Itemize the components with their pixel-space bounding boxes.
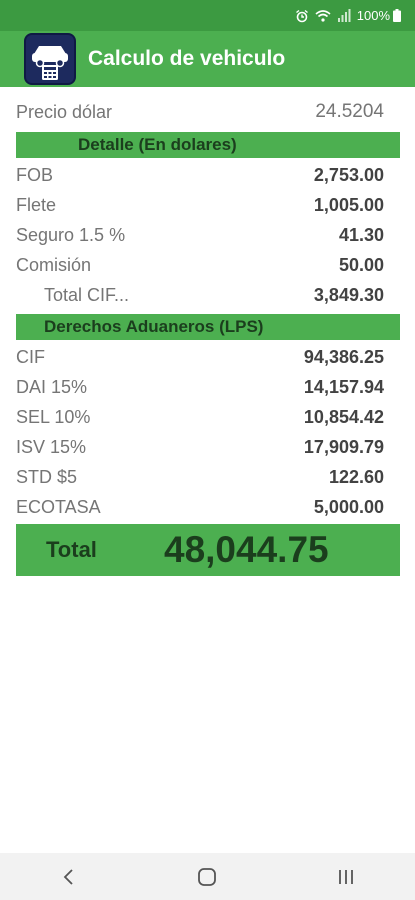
recents-icon [338, 869, 353, 884]
duty-row-ecotasa: ECOTASA 5,000.00 [16, 492, 400, 522]
row-value: 10,854.42 [303, 406, 384, 427]
detail-row-comision: Comisión 50.00 [16, 250, 400, 280]
row-value: 122.60 [328, 466, 384, 487]
row-label: ISV 15% [16, 436, 87, 457]
dollar-rate-value[interactable]: 24.5204 [315, 101, 384, 123]
row-value: 1,005.00 [313, 194, 384, 215]
total-value: 48,044.75 [164, 529, 329, 570]
app-bar: Calculo de vehiculo [0, 31, 415, 87]
row-label: CIF [16, 346, 45, 367]
row-label: SEL 10% [16, 406, 91, 427]
row-value: 17,909.79 [303, 436, 384, 457]
duty-row-cif: CIF 94,386.25 [16, 342, 400, 372]
recents-button[interactable] [316, 857, 376, 897]
row-label: Comisión [16, 254, 92, 275]
total-bar: Total 48,044.75 [16, 524, 400, 576]
detail-row-total-cif: Total CIF... 3,849.30 [16, 280, 400, 310]
car-calculator-icon [24, 33, 76, 85]
row-value: 2,753.00 [313, 164, 384, 185]
calculation-panel: Precio dólar 24.5204 Detalle (En dolares… [16, 96, 400, 576]
navigation-bar [0, 853, 415, 900]
duty-row-isv: ISV 15% 17,909.79 [16, 432, 400, 462]
row-value: 3,849.30 [313, 284, 384, 305]
signal-icon [337, 9, 351, 22]
back-button[interactable] [39, 857, 99, 897]
duty-row-std: STD $5 122.60 [16, 462, 400, 492]
row-value: 94,386.25 [303, 346, 384, 367]
wifi-icon [315, 9, 331, 22]
dollar-rate-row: Precio dólar 24.5204 [16, 96, 400, 128]
section-title: Detalle (En dolares) [78, 135, 237, 154]
section-header-duties: Derechos Aduaneros (LPS) [16, 314, 400, 340]
back-icon [63, 868, 73, 885]
battery-icon [393, 9, 401, 22]
row-value: 14,157.94 [303, 376, 384, 397]
alarm-icon [295, 9, 309, 23]
row-label: DAI 15% [16, 376, 88, 397]
row-label: ECOTASA [16, 496, 101, 517]
row-label: FOB [16, 164, 54, 185]
home-button[interactable] [177, 857, 237, 897]
home-icon [198, 867, 217, 886]
app-title: Calculo de vehiculo [88, 47, 286, 70]
row-value: 41.30 [338, 224, 384, 245]
row-value: 50.00 [338, 254, 384, 275]
row-value: 5,000.00 [313, 496, 384, 517]
section-title: Derechos Aduaneros (LPS) [44, 317, 264, 336]
section-header-detail: Detalle (En dolares) [16, 132, 400, 158]
row-label: Flete [16, 194, 57, 215]
duty-row-sel: SEL 10% 10,854.42 [16, 402, 400, 432]
dollar-rate-label: Precio dólar [16, 101, 113, 122]
detail-row-fob: FOB 2,753.00 [16, 160, 400, 190]
detail-row-flete: Flete 1,005.00 [16, 190, 400, 220]
row-label: STD $5 [16, 466, 78, 487]
status-bar: 100% [0, 0, 415, 31]
row-label: Total CIF... [44, 284, 130, 305]
duty-row-dai: DAI 15% 14,157.94 [16, 372, 400, 402]
battery-percent: 100% [356, 8, 390, 23]
detail-row-seguro: Seguro 1.5 % 41.30 [16, 220, 400, 250]
row-label: Seguro 1.5 % [16, 224, 126, 245]
total-label: Total [46, 537, 97, 562]
